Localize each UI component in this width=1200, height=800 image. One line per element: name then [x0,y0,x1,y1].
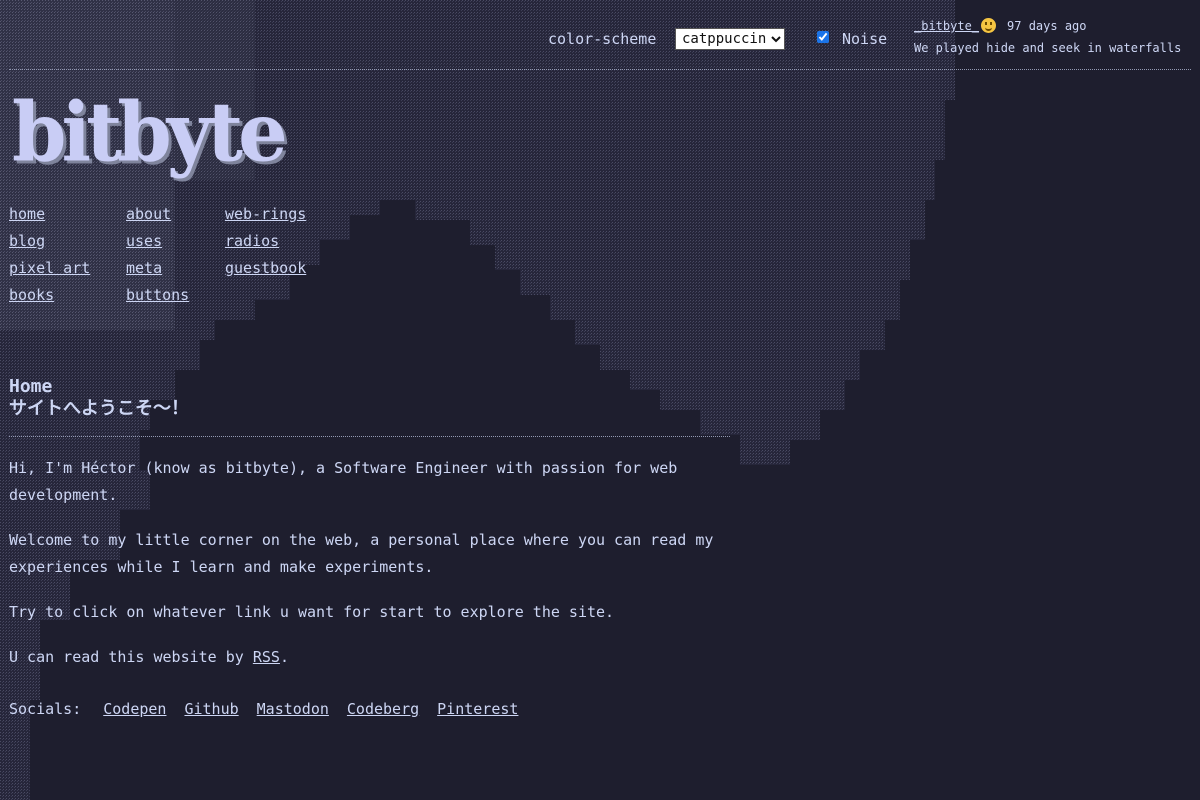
intro-paragraph: Hi, I'm Héctor (know as bitbyte), a Soft… [9,459,678,504]
page-subtitle: サイトへようこそ〜！ [9,398,189,419]
nav-link-home[interactable]: home [9,205,126,223]
nav-link-books[interactable]: books [9,286,126,304]
color-scheme-select[interactable]: catppuccin [675,28,785,50]
site-logo[interactable]: bitbyte [12,85,288,181]
nav-link-meta[interactable]: meta [126,259,225,277]
status-age: 97 days ago [1007,19,1087,33]
page-title: Home [9,376,53,397]
nav-link-blog[interactable]: blog [9,232,126,250]
social-link-github[interactable]: Github [184,700,238,718]
page-heading: Home サイトへようこそ〜！ [9,376,189,420]
noise-label: Noise [842,30,888,48]
nav-link-web-rings[interactable]: web-rings [225,205,345,223]
social-link-codepen[interactable]: Codepen [103,700,166,718]
nav-link-guestbook[interactable]: guestbook [225,259,345,277]
rss-text-suffix: . [279,648,289,666]
socials-label: Socials: [9,700,82,718]
site-nav: home about web-rings blog uses radios pi… [9,205,345,304]
noise-checkbox[interactable] [817,31,829,43]
social-link-codeberg[interactable]: Codeberg [347,700,419,718]
nav-link-uses[interactable]: uses [126,232,225,250]
socials-row: Socials: Codepen Github Mastodon Codeberg Pin… [9,700,518,718]
main-content: Hi, I'm Héctor (know as bitbyte), a Soft… [9,455,729,689]
rss-paragraph: U can read this website by RSS. [9,644,729,671]
status-message: We played hide and seek in waterfalls [914,41,1182,55]
social-link-mastodon[interactable]: Mastodon [257,700,329,718]
status-widget: _bitbyte_ 97 days ago [914,18,1087,33]
heading-divider [9,436,730,437]
nav-link-buttons[interactable]: buttons [126,286,225,304]
nav-link-pixel-art[interactable]: pixel art [9,259,126,277]
smiley-face-icon [981,18,997,33]
welcome-paragraph: Welcome to my little corner on the web, … [9,531,714,576]
rss-text-prefix: U can read this website by [9,648,253,666]
social-link-pinterest[interactable]: Pinterest [437,700,518,718]
color-scheme-label: color-scheme [548,30,657,48]
status-user-link[interactable]: _bitbyte_ [914,19,979,33]
explore-paragraph: Try to click on whatever link u want for… [9,603,615,621]
nav-link-about[interactable]: about [126,205,225,223]
nav-link-radios[interactable]: radios [225,232,345,250]
rss-link[interactable]: RSS [253,648,280,666]
